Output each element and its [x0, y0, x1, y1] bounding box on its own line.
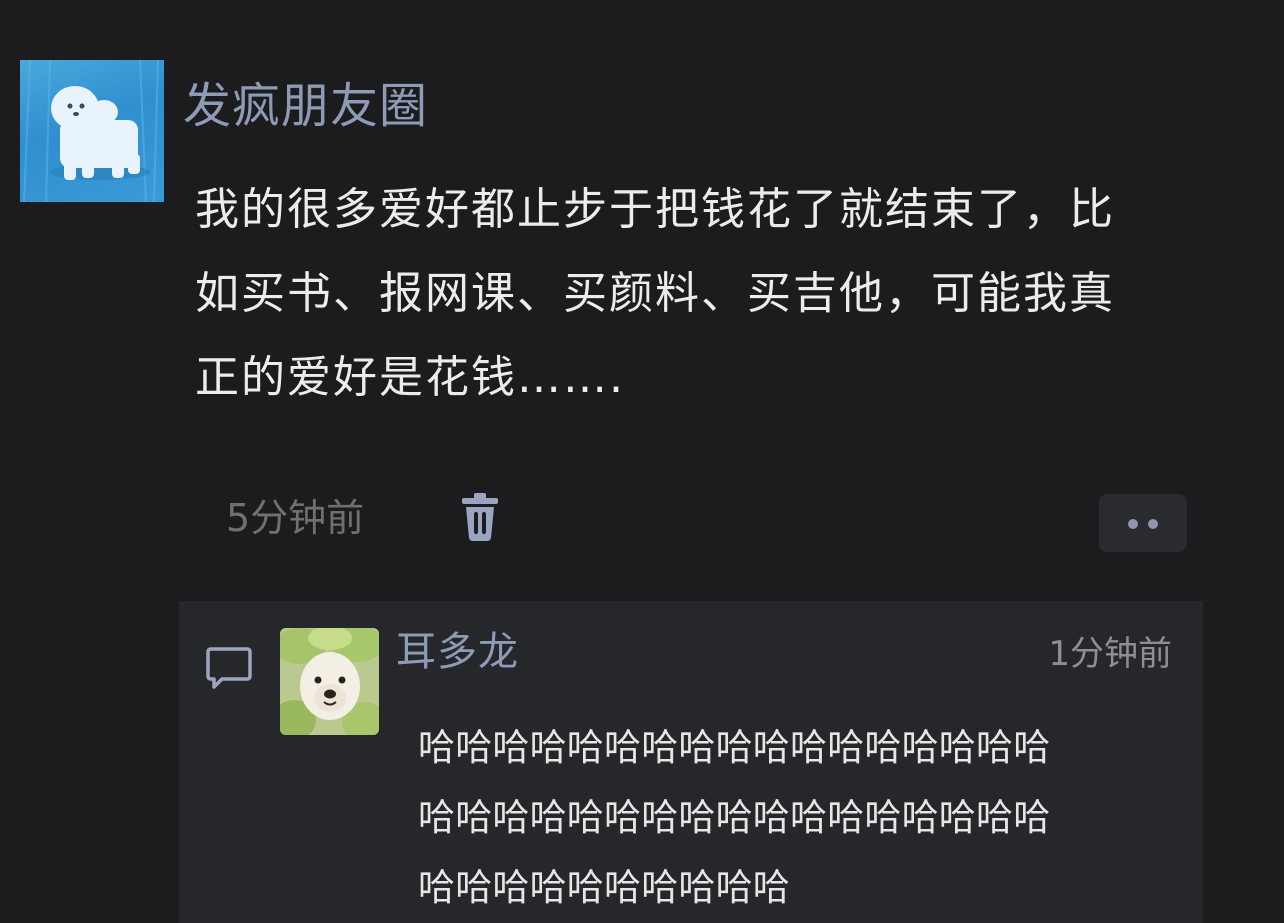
dog-with-cabbage-avatar-image	[280, 628, 379, 735]
comment-timestamp: 1分钟前	[1048, 634, 1172, 674]
post-timestamp: 5分钟前	[226, 496, 365, 540]
trash-icon[interactable]	[460, 492, 500, 542]
post-text-line: 正的爱好是花钱…….	[195, 352, 625, 403]
white-dog-figure-avatar-image	[23, 60, 159, 202]
post-text-line: 如买书、报网课、买颜料、买吉他，可能我真	[195, 268, 1115, 319]
comment-content: 哈哈哈哈哈哈哈哈哈哈哈哈哈哈哈哈哈 哈哈哈哈哈哈哈哈哈哈哈哈哈哈哈哈哈 哈哈哈哈…	[418, 713, 1178, 923]
post-author-avatar[interactable]	[20, 60, 164, 202]
comment-text-line: 哈哈哈哈哈哈哈哈哈哈哈哈哈哈哈哈哈	[418, 796, 1051, 839]
post-content: 我的很多爱好都止步于把钱花了就结束了，比 如买书、报网课、买颜料、买吉他，可能我…	[195, 168, 1255, 420]
post-author-name[interactable]: 发疯朋友圈	[183, 74, 428, 138]
dot	[1128, 519, 1138, 529]
comment-bubble-icon	[205, 645, 253, 691]
comment-author-name[interactable]: 耳多龙	[396, 624, 519, 680]
dot	[1148, 519, 1158, 529]
comment-text-line: 哈哈哈哈哈哈哈哈哈哈哈哈哈哈哈哈哈	[418, 726, 1051, 769]
more-dots-icon[interactable]	[1099, 494, 1187, 552]
post-text-line: 我的很多爱好都止步于把钱花了就结束了，比	[195, 184, 1115, 235]
comment-text-line: 哈哈哈哈哈哈哈哈哈哈	[418, 866, 790, 909]
comment-author-avatar[interactable]	[280, 628, 379, 735]
